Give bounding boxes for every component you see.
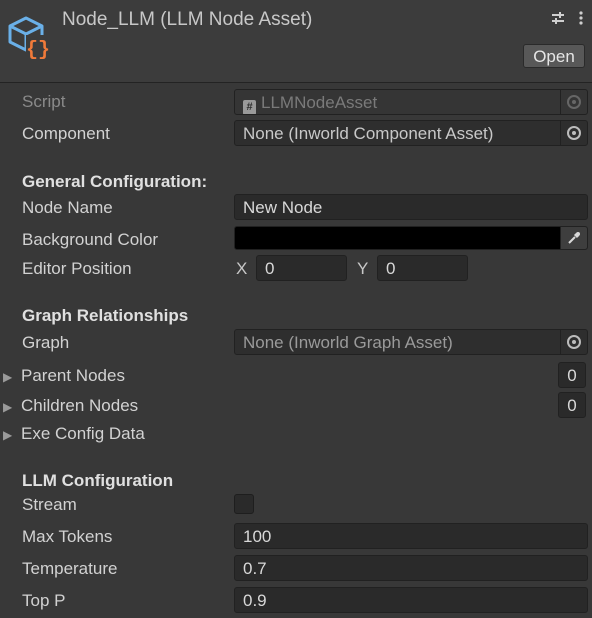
component-label: Component xyxy=(22,124,110,143)
stream-label: Stream xyxy=(22,495,77,514)
foldout-arrow-icon[interactable]: ▶ xyxy=(3,428,21,442)
parent-nodes-count[interactable]: 0 xyxy=(558,362,586,388)
position-y-input[interactable]: 0 xyxy=(377,255,468,281)
position-x-input[interactable]: 0 xyxy=(256,255,347,281)
x-axis-label: X xyxy=(236,259,248,278)
top-p-label: Top P xyxy=(22,591,66,610)
script-label: Script xyxy=(22,92,66,111)
general-config-header: General Configuration: xyxy=(22,172,208,191)
object-picker-icon xyxy=(560,90,587,114)
background-color-field[interactable] xyxy=(234,226,588,250)
node-name-input[interactable]: New Node xyxy=(234,194,588,220)
inspector-title: Node_LLM (LLM Node Asset) xyxy=(62,9,313,30)
script-field: # LLMNodeAsset xyxy=(234,89,588,115)
max-tokens-label: Max Tokens xyxy=(22,527,113,546)
children-nodes-label: Children Nodes xyxy=(21,396,139,415)
y-axis-label: Y xyxy=(357,259,369,278)
open-button[interactable]: Open xyxy=(523,44,585,68)
component-field[interactable]: None (Inworld Component Asset) xyxy=(234,120,588,146)
svg-text:{}: {} xyxy=(26,39,50,60)
graph-field[interactable]: None (Inworld Graph Asset) xyxy=(234,329,588,355)
more-vertical-icon[interactable] xyxy=(578,10,584,31)
graph-relationships-header: Graph Relationships xyxy=(22,306,189,325)
editor-position-label: Editor Position xyxy=(22,259,132,278)
max-tokens-input[interactable]: 100 xyxy=(234,523,588,549)
object-picker-icon[interactable] xyxy=(560,121,587,145)
inspector-header: {} Node_LLM (LLM Node Asset) Open xyxy=(0,0,592,83)
background-color-label: Background Color xyxy=(22,230,159,249)
llm-config-header: LLM Configuration xyxy=(22,471,174,490)
parent-nodes-foldout[interactable]: ▶ Parent Nodes xyxy=(3,366,125,386)
exe-config-foldout[interactable]: ▶ Exe Config Data xyxy=(3,424,145,444)
script-file-icon: # xyxy=(243,100,256,114)
foldout-arrow-icon[interactable]: ▶ xyxy=(3,370,21,384)
temperature-label: Temperature xyxy=(22,559,118,578)
node-name-label: Node Name xyxy=(22,198,113,217)
asset-cube-icon: {} xyxy=(8,16,50,60)
top-p-input[interactable]: 0.9 xyxy=(234,587,588,613)
parent-nodes-label: Parent Nodes xyxy=(21,366,125,385)
eyedropper-icon[interactable] xyxy=(560,227,587,249)
children-nodes-count[interactable]: 0 xyxy=(558,392,586,418)
exe-config-label: Exe Config Data xyxy=(21,424,145,443)
preset-sliders-icon[interactable] xyxy=(550,10,566,31)
graph-label: Graph xyxy=(22,333,70,352)
children-nodes-foldout[interactable]: ▶ Children Nodes xyxy=(3,396,138,416)
foldout-arrow-icon[interactable]: ▶ xyxy=(3,400,21,414)
script-value: LLMNodeAsset xyxy=(261,93,378,112)
object-picker-icon[interactable] xyxy=(560,330,587,354)
temperature-input[interactable]: 0.7 xyxy=(234,555,588,581)
component-value: None (Inworld Component Asset) xyxy=(243,124,494,143)
stream-checkbox[interactable] xyxy=(234,494,254,514)
graph-value: None (Inworld Graph Asset) xyxy=(243,333,453,352)
